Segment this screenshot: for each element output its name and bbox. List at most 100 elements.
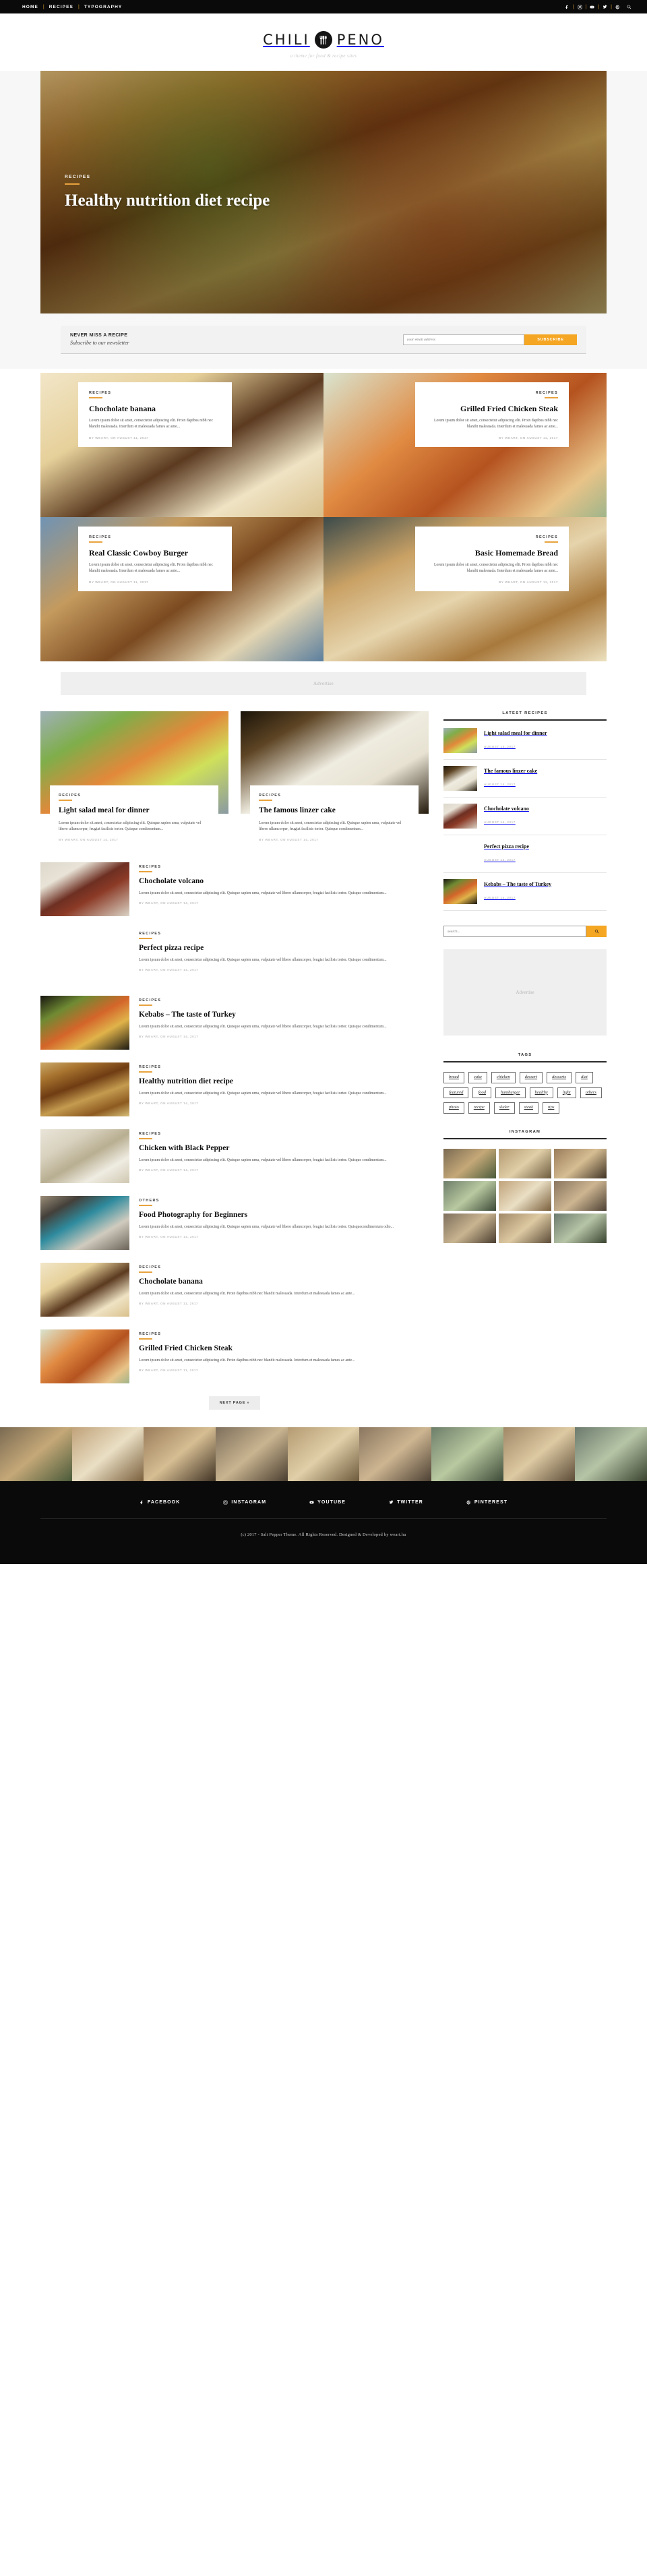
nav-item-home[interactable]: HOME <box>18 5 43 9</box>
search-button[interactable] <box>586 926 607 937</box>
search-input[interactable] <box>443 926 586 937</box>
tag-link[interactable]: steak <box>518 1102 538 1114</box>
hero-category[interactable]: RECIPES <box>65 175 90 181</box>
instagram-thumb[interactable] <box>443 1180 496 1211</box>
featured-cell[interactable]: RECIPES Basic Homemade Bread Lorem ipsum… <box>324 517 607 661</box>
list-item[interactable]: RECIPES Grilled Fried Chicken Steak Lore… <box>40 1329 429 1384</box>
post-category[interactable]: RECIPES <box>139 1265 429 1269</box>
post-thumbnail[interactable] <box>40 1329 129 1384</box>
hero-slide[interactable]: RECIPES Healthy nutrition diet recipe <box>40 71 607 313</box>
post-category[interactable]: RECIPES <box>139 998 429 1002</box>
latest-recipe-item[interactable]: Kebabs – The taste of Turkey AUGUST 14, … <box>443 873 607 911</box>
tag-link[interactable]: recipe <box>468 1102 490 1114</box>
tag-link[interactable]: food <box>472 1087 491 1098</box>
tag-link[interactable]: bread <box>443 1072 464 1083</box>
instagram-thumb[interactable] <box>216 1427 288 1482</box>
post-title[interactable]: Chicken with Black Pepper <box>139 1144 429 1154</box>
post-category[interactable]: RECIPES <box>426 391 558 395</box>
latest-recipe-item[interactable]: The famous linzer cake AUGUST 14, 2017 <box>443 760 607 798</box>
list-item[interactable]: RECIPES Chocholate banana Lorem ipsum do… <box>40 1263 429 1317</box>
post-title[interactable]: Basic Homemade Bread <box>426 548 558 558</box>
advertise-banner[interactable]: Advertise <box>61 672 586 695</box>
post-category[interactable]: RECIPES <box>59 793 210 798</box>
facebook-icon[interactable] <box>561 5 573 9</box>
footer-youtube-link[interactable]: YOUTUBE <box>309 1500 346 1505</box>
post-thumbnail[interactable] <box>40 862 129 917</box>
post-title[interactable]: Real Classic Cowboy Burger <box>89 548 221 558</box>
instagram-thumb[interactable] <box>499 1180 551 1211</box>
next-page-button[interactable]: NEXT PAGE » <box>208 1396 261 1410</box>
list-item[interactable]: RECIPES Kebabs – The taste of Turkey Lor… <box>40 996 429 1050</box>
post-category[interactable]: RECIPES <box>259 793 410 798</box>
tag-link[interactable]: hamburger <box>495 1087 526 1098</box>
instagram-thumb[interactable] <box>554 1148 607 1178</box>
list-item[interactable]: OTHERS Food Photography for Beginners Lo… <box>40 1196 429 1251</box>
hero-title[interactable]: Healthy nutrition diet recipe <box>65 191 270 212</box>
post-title[interactable]: Chocholate banana <box>89 404 221 413</box>
footer-pinterest-link[interactable]: PINTEREST <box>466 1500 507 1505</box>
instagram-thumb[interactable] <box>359 1427 432 1482</box>
tag-link[interactable]: desserts <box>547 1072 572 1083</box>
pinterest-icon[interactable] <box>612 5 623 9</box>
tag-link[interactable]: dessert <box>519 1072 543 1083</box>
twitter-icon[interactable] <box>599 5 611 9</box>
post-card[interactable]: RECIPES The famous linzer cake Lorem ips… <box>241 711 429 849</box>
post-category[interactable]: OTHERS <box>139 1199 429 1203</box>
post-category[interactable]: RECIPES <box>139 1065 429 1069</box>
tag-link[interactable]: light <box>557 1087 576 1098</box>
nav-item-recipes[interactable]: RECIPES <box>44 5 78 9</box>
instagram-icon[interactable] <box>574 5 586 9</box>
tag-link[interactable]: tips <box>542 1102 560 1114</box>
post-thumbnail[interactable] <box>40 1129 129 1184</box>
footer-instagram-link[interactable]: INSTAGRAM <box>223 1500 266 1505</box>
post-title[interactable]: Grilled Fried Chicken Steak <box>426 404 558 413</box>
instagram-thumb[interactable] <box>0 1427 72 1482</box>
sidebar-advertise[interactable]: Advertise <box>443 949 607 1036</box>
post-title[interactable]: Healthy nutrition diet recipe <box>139 1077 429 1087</box>
nav-item-typography[interactable]: TYPOGRAPHY <box>80 5 127 9</box>
featured-card[interactable]: RECIPES Real Classic Cowboy Burger Lorem… <box>78 527 232 591</box>
tag-link[interactable]: chicken <box>491 1072 516 1083</box>
tag-link[interactable]: cake <box>468 1072 487 1083</box>
featured-card[interactable]: RECIPES Chocholate banana Lorem ipsum do… <box>78 382 232 447</box>
instagram-thumb[interactable] <box>554 1213 607 1243</box>
post-card[interactable]: RECIPES Light salad meal for dinner Lore… <box>40 711 228 849</box>
footer-facebook-link[interactable]: FACEBOOK <box>140 1500 180 1505</box>
post-category[interactable]: RECIPES <box>139 1132 429 1136</box>
post-category[interactable]: RECIPES <box>89 535 221 539</box>
subscribe-button[interactable]: SUBSCRIBE <box>524 334 577 345</box>
instagram-thumb[interactable] <box>443 1148 496 1178</box>
post-category[interactable]: RECIPES <box>139 865 429 869</box>
post-thumbnail[interactable] <box>40 929 129 983</box>
tag-link[interactable]: featured <box>443 1087 469 1098</box>
post-title[interactable]: Perfect pizza recipe <box>139 944 429 953</box>
post-thumbnail[interactable] <box>40 996 129 1050</box>
search-icon[interactable] <box>623 5 635 9</box>
post-category[interactable]: RECIPES <box>139 1332 429 1336</box>
instagram-thumb[interactable] <box>443 1213 496 1243</box>
post-thumbnail[interactable] <box>40 1263 129 1317</box>
featured-card[interactable]: RECIPES Grilled Fried Chicken Steak Lore… <box>415 382 569 447</box>
post-title[interactable]: Grilled Fried Chicken Steak <box>139 1344 429 1354</box>
instagram-thumb[interactable] <box>554 1180 607 1211</box>
instagram-thumb[interactable] <box>144 1427 216 1482</box>
instagram-thumb[interactable] <box>287 1427 360 1482</box>
post-thumbnail[interactable] <box>40 1062 129 1117</box>
post-title[interactable]: The famous linzer cake <box>259 806 410 816</box>
instagram-thumb[interactable] <box>71 1427 144 1482</box>
post-title[interactable]: Chocholate banana <box>139 1278 429 1287</box>
list-item[interactable]: RECIPES Perfect pizza recipe Lorem ipsum… <box>40 929 429 983</box>
post-category[interactable]: RECIPES <box>426 535 558 539</box>
instagram-thumb[interactable] <box>503 1427 576 1482</box>
tag-link[interactable]: photo <box>443 1102 464 1114</box>
instagram-thumb[interactable] <box>499 1148 551 1178</box>
latest-recipe-item[interactable]: Chocholate volcano AUGUST 14, 2017 <box>443 798 607 835</box>
tag-link[interactable]: slider <box>493 1102 515 1114</box>
post-title[interactable]: Food Photography for Beginners <box>139 1211 429 1220</box>
list-item[interactable]: RECIPES Chicken with Black Pepper Lorem … <box>40 1129 429 1184</box>
list-item[interactable]: RECIPES Healthy nutrition diet recipe Lo… <box>40 1062 429 1117</box>
instagram-thumb[interactable] <box>431 1427 503 1482</box>
latest-recipe-item[interactable]: Perfect pizza recipe AUGUST 14, 2017 <box>443 835 607 873</box>
featured-cell[interactable]: RECIPES Real Classic Cowboy Burger Lorem… <box>40 517 324 661</box>
site-logo[interactable]: CHILI PENO <box>0 31 647 49</box>
